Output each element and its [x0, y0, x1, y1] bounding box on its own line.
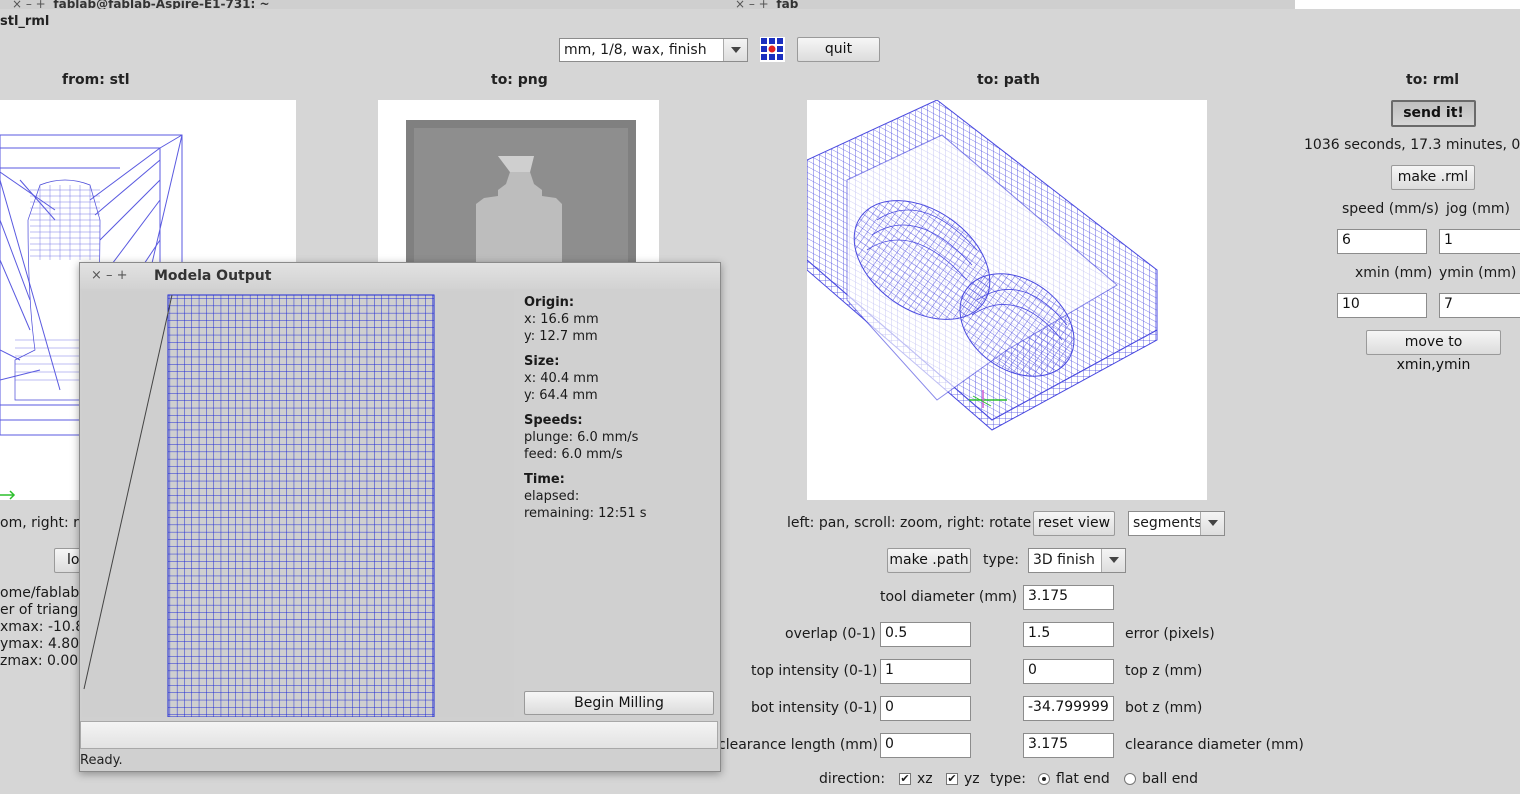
remaining-time: remaining: 12:51 s: [524, 506, 647, 521]
time-estimate: 1036 seconds, 17.3 minutes, 0.29: [1304, 137, 1520, 153]
chevron-down-icon[interactable]: [1101, 549, 1125, 572]
make-rml-button[interactable]: make .rml: [1391, 165, 1475, 190]
status-text: Ready.: [80, 753, 123, 768]
window-title: stl_rml: [0, 14, 50, 29]
ball-end-radio[interactable]: [1124, 773, 1136, 785]
dialog-window-controls[interactable]: × – +: [91, 268, 128, 283]
toolpath-preview: [82, 291, 514, 718]
plunge-speed: plunge: 6.0 mm/s: [524, 430, 639, 445]
time-heading: Time:: [524, 472, 565, 487]
flat-end-label: flat end: [1056, 771, 1110, 787]
clearance-length-field[interactable]: 0: [880, 733, 971, 758]
tab-title: fablab@fablab-Aspire-E1-731: ~: [53, 0, 270, 9]
path-view-hint: left: pan, scroll: zoom, right: rotate: [787, 515, 1032, 531]
yz-checkbox[interactable]: ✔: [946, 773, 958, 785]
clearance-length-label: clearance length (mm): [718, 737, 879, 753]
origin-x: x: 16.6 mm: [524, 312, 599, 327]
fab-logo-icon: [760, 37, 785, 62]
xmin-field[interactable]: 10: [1337, 293, 1427, 318]
begin-milling-button[interactable]: Begin Milling: [524, 691, 714, 715]
elapsed-time: elapsed:: [524, 489, 580, 504]
stl-view-hint: om, right: ro: [0, 515, 88, 531]
speeds-heading: Speeds:: [524, 413, 583, 428]
preset-select[interactable]: mm, 1/8, wax, finish: [559, 38, 748, 62]
progress-bar: [80, 721, 718, 749]
top-z-label: top z (mm): [1125, 663, 1203, 679]
bot-intensity-label: bot intensity (0-1): [751, 700, 878, 716]
origin-heading: Origin:: [524, 295, 575, 310]
size-y: y: 64.4 mm: [524, 388, 598, 403]
feed-speed: feed: 6.0 mm/s: [524, 447, 623, 462]
stl-triangle-count: er of triangle: [0, 602, 91, 618]
error-label: error (pixels): [1125, 626, 1215, 642]
bot-z-label: bot z (mm): [1125, 700, 1203, 716]
top-z-field[interactable]: 0: [1023, 659, 1114, 684]
tool-diameter-field[interactable]: 3.175: [1023, 585, 1114, 610]
bot-intensity-field[interactable]: 0: [880, 696, 971, 721]
tab-window-controls[interactable]: × – +: [12, 0, 46, 9]
dialog-title: Modela Output: [154, 268, 272, 284]
path-type-label: type:: [983, 552, 1019, 568]
jog-label: jog (mm): [1446, 201, 1510, 217]
end-type-label: type:: [990, 771, 1026, 787]
modela-output-dialog: × – + Modela Output Origin: x: 16.6 mm y…: [79, 262, 721, 772]
clearance-diameter-label: clearance diameter (mm): [1125, 737, 1304, 753]
xz-label: xz: [917, 771, 933, 787]
speed-field[interactable]: 6: [1337, 229, 1427, 254]
to-png-heading: to: png: [491, 72, 548, 88]
tool-diameter-label: tool diameter (mm): [880, 589, 1018, 605]
error-field[interactable]: 1.5: [1023, 622, 1114, 647]
path-type-select[interactable]: 3D finish: [1028, 548, 1126, 573]
job-info: Origin: x: 16.6 mm y: 12.7 mm Size: x: 4…: [524, 294, 647, 522]
stl-file-path: ome/fablab/: [0, 585, 84, 601]
ymin-field[interactable]: 7: [1439, 293, 1520, 318]
chevron-down-icon[interactable]: [723, 39, 747, 61]
preset-value: mm, 1/8, wax, finish: [564, 42, 707, 58]
clearance-diameter-field[interactable]: 3.175: [1023, 733, 1114, 758]
ymin-label: ymin (mm): [1439, 265, 1517, 281]
terminal-tab-2[interactable]: × – + fab: [735, 0, 855, 9]
yz-label: yz: [964, 771, 980, 787]
bot-z-field[interactable]: -34.799999: [1023, 696, 1114, 721]
terminal-tab-1[interactable]: × – + fablab@fablab-Aspire-E1-731: ~: [12, 0, 312, 9]
xz-checkbox[interactable]: ✔: [899, 773, 911, 785]
reset-view-button[interactable]: reset view: [1033, 511, 1115, 536]
path-view-canvas[interactable]: [807, 100, 1207, 500]
dialog-titlebar: × – + Modela Output: [80, 263, 720, 289]
to-path-heading: to: path: [977, 72, 1040, 88]
tab-title: fab: [776, 0, 799, 9]
display-mode-select[interactable]: segments: [1128, 511, 1225, 536]
quit-button[interactable]: quit: [797, 37, 880, 62]
top-intensity-field[interactable]: 1: [880, 659, 971, 684]
move-to-xmin-ymin-button[interactable]: move to xmin,ymin: [1366, 330, 1501, 373]
speed-label: speed (mm/s): [1342, 201, 1439, 217]
to-rml-heading: to: rml: [1406, 72, 1460, 88]
white-region: [1295, 0, 1520, 9]
origin-y: y: 12.7 mm: [524, 329, 598, 344]
xmin-label: xmin (mm): [1355, 265, 1433, 281]
overlap-label: overlap (0-1): [785, 626, 876, 642]
size-heading: Size:: [524, 354, 560, 369]
make-path-button[interactable]: make .path: [887, 548, 971, 573]
size-x: x: 40.4 mm: [524, 371, 599, 386]
send-it-button[interactable]: send it!: [1391, 100, 1476, 127]
ball-end-label: ball end: [1142, 771, 1199, 787]
direction-label: direction:: [819, 771, 886, 787]
from-stl-heading: from: stl: [62, 72, 130, 88]
jog-field[interactable]: 1: [1439, 229, 1520, 254]
overlap-field[interactable]: 0.5: [880, 622, 971, 647]
flat-end-radio[interactable]: [1038, 773, 1050, 785]
png-view-canvas: [378, 100, 659, 270]
display-mode-value: segments: [1133, 515, 1201, 531]
top-intensity-label: top intensity (0-1): [751, 663, 878, 679]
path-type-value: 3D finish: [1033, 552, 1095, 568]
chevron-down-icon[interactable]: [1200, 512, 1224, 535]
tab-window-controls[interactable]: × – +: [735, 0, 769, 9]
